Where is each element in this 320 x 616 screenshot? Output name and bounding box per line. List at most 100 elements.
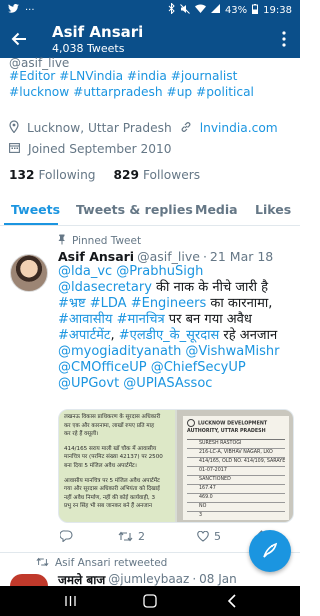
battery-icon [252,3,259,17]
profile-bio: #Editor #LNVindia #india #journalist #lu… [9,68,294,100]
bio-hashtag[interactable]: #lucknow [9,85,69,99]
tab-likes[interactable]: Likes [255,202,291,217]
profile-header: Asif Ansari 4,038 Tweets [0,20,300,58]
media-text-line: कर रहे हैं वसूली। [64,431,99,438]
tweet-date: 08 Jan [199,572,237,586]
lda-seal-icon [187,419,195,427]
location-pin-icon [9,120,19,136]
tweet-body: @lda_vc @PrabhuSigh @ldasecretary की नाक… [58,264,294,392]
tweet-author-name[interactable]: Asif Ansari [58,249,134,264]
heart-icon [197,530,209,542]
tweet-hashtag[interactable]: #एलडीए_के_सूरदास [119,328,220,343]
media-image-document[interactable]: LUCKNOW DEVELOPMENT AUTHORITY, UTTAR PRA… [177,410,293,522]
follow-stats: 132 Following 829 Followers [9,166,214,184]
pin-icon [58,234,66,248]
back-button[interactable] [6,26,32,52]
followers-label[interactable]: Followers [143,168,200,182]
tweet-mentions[interactable]: @myogiadityanath @VishwaMishr @CMOfficeU… [58,344,279,391]
link-icon [180,121,192,136]
compose-tweet-button[interactable] [249,530,291,572]
tweet-text-segment: कारनामा, [227,296,273,311]
more-dots-icon: ··· [25,4,35,16]
twitter-profile-screen: ··· 43% 19:38 Asif Ansari 4,038 Tweets @… [0,0,300,616]
tweet-text-segment: पर बन गया अवैध [164,312,252,327]
overflow-menu-button[interactable] [274,26,294,52]
media-text-line: गया और सूरदास अधिकारी अभियंता को दिखाई [64,486,160,493]
profile-location-row: Lucknow, Uttar Pradesh lnvindia.com [9,119,278,137]
tweet-text-segment: नाक के नीचे जारी है [173,280,269,295]
document-table: SURESH RASTOGI 216-LC-A, VIBHAV NAGAR, L… [187,438,285,520]
arrow-left-icon [11,32,26,46]
avatar[interactable] [10,574,48,586]
website-link[interactable]: lnvindia.com [200,121,278,135]
document-photo: LUCKNOW DEVELOPMENT AUTHORITY, UTTAR PRA… [183,416,289,520]
tweet-author-handle[interactable]: @jumleybaaz [108,572,189,586]
tweet-date: 21 Mar 18 [209,248,274,264]
like-button[interactable]: 5 [197,528,221,544]
tweet-header: जमले बाज @jumleybaaz · 08 Jan [58,571,237,588]
retweeted-label: Asif Ansari retweeted [55,557,168,569]
back-nav-button[interactable] [224,593,240,609]
bio-hashtag[interactable]: #Editor [9,69,55,83]
like-count: 5 [214,529,221,543]
bio-hashtag[interactable]: #up [166,85,192,99]
location-text: Lucknow, Uttar Pradesh [27,121,172,135]
media-image-hindi-text[interactable]: लखनऊ विकास प्राधिकरण के सूरदास अधिकारी क… [59,410,175,522]
tab-tweets[interactable]: Tweets [11,202,60,217]
retweet-count: 2 [138,529,145,543]
document-row: 01-07-2017 [187,467,285,476]
tweet-hashtag[interactable]: #आवासीय [58,312,112,327]
document-heading: LUCKNOW DEVELOPMENT AUTHORITY, UTTAR PRA… [187,421,268,434]
tab-media[interactable]: Media [195,202,238,217]
recent-apps-button[interactable] [62,593,78,609]
system-nav-bar [0,586,300,616]
tweet-hashtag[interactable]: #भ्रष्ट [58,296,86,311]
pinned-label: Pinned Tweet [72,235,142,247]
tweet-text-segment: की [151,280,170,295]
clock-time: 19:38 [263,4,292,16]
following-label[interactable]: Following [38,168,95,182]
recent-apps-icon [64,596,76,606]
document-row: 216-LC-A, VIBHAV NAGAR, LKO [187,449,285,458]
bio-hashtag[interactable]: #political [196,85,254,99]
tweet-text-segment: का [206,296,224,311]
document-row: SANCTIONED [187,476,285,485]
wifi-icon [194,4,206,16]
bio-hashtag[interactable]: #LNVindia [59,69,123,83]
signal-icon [210,4,220,16]
home-button[interactable] [142,593,158,609]
compose-feather-icon [263,542,278,558]
active-tab-indicator [4,223,58,225]
tweet-hashtag[interactable]: #अपार्टमेंट [58,328,110,343]
back-chevron-icon [227,594,236,608]
mute-icon [180,3,190,17]
avatar[interactable] [10,254,48,292]
tweet-media[interactable]: लखनऊ विकास प्राधिकरण के सूरदास अधिकारी क… [58,409,294,523]
bio-hashtag[interactable]: #uttarpradesh [73,85,163,99]
profile-tabs: Tweets Tweets & replies Media Likes [0,196,300,226]
tweet-text-segment: रहे अनजान [219,328,278,343]
retweet-icon [118,531,133,541]
tab-tweets-replies[interactable]: Tweets & replies [76,202,193,217]
calendar-icon [9,142,20,156]
media-text-line: 414/165 सराय माली खाँ चौक में आवासीय [64,445,157,452]
followers-count[interactable]: 829 [114,168,139,182]
profile-joined-row: Joined September 2010 [9,140,172,158]
media-text-line: बना दिया 5 मंजिल अवैध अपार्टमेंट। [64,462,137,469]
home-square-icon [143,594,157,608]
tweet-hashtag[interactable]: #LDA #Engineers [90,296,207,311]
document-row: NO [187,503,285,512]
following-count[interactable]: 132 [9,168,34,182]
document-row: 469.0 [187,494,285,503]
media-text-line: नहीं अवैध निर्माण, नहीं की कोई कार्यवाही… [64,494,156,501]
bluetooth-icon [168,2,175,17]
tweet-hashtag[interactable]: #मानचित्र [117,312,165,327]
tweet-author-handle[interactable]: @asif_live [137,249,200,264]
reply-button[interactable] [60,528,78,544]
retweet-button[interactable]: 2 [118,528,145,544]
retweeted-label-row: Asif Ansari retweeted [36,556,167,570]
bio-hashtag[interactable]: #india [127,69,167,83]
tweet-author-name[interactable]: जमले बाज [58,571,105,588]
more-vertical-icon [282,31,286,47]
bio-hashtag[interactable]: #journalist [171,69,238,83]
